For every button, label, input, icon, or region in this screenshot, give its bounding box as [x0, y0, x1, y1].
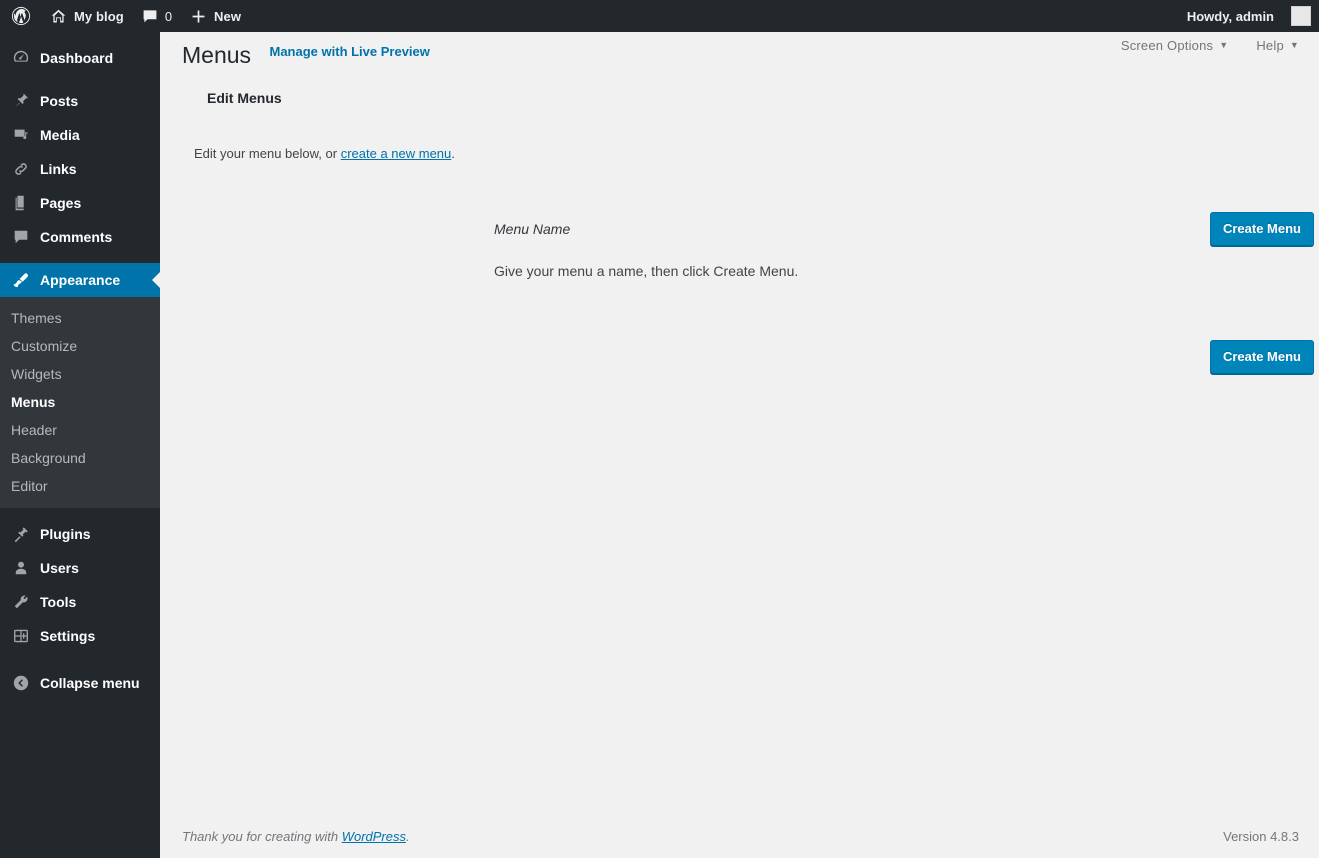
new-content-button[interactable]: New: [181, 0, 250, 32]
sidebar-item-users[interactable]: Users: [0, 551, 160, 585]
nav-tab-wrapper: Edit Menus: [182, 85, 1299, 111]
sidebar-item-links[interactable]: Links: [0, 152, 160, 186]
wordpress-logo-button[interactable]: [0, 0, 41, 32]
footer-thanks-before: Thank you for creating with: [182, 828, 342, 844]
user-icon: [11, 559, 31, 577]
main-content-area: Screen Options ▼ Help ▼ Menus Manage wit…: [160, 32, 1319, 858]
site-name-button[interactable]: My blog: [41, 0, 133, 32]
link-chain-icon: [11, 160, 31, 178]
create-menu-button-bottom[interactable]: Create Menu: [1209, 340, 1314, 374]
menu-help-text: Give your menu a name, then click Create…: [494, 263, 799, 279]
sidebar-item-tools[interactable]: Tools: [0, 585, 160, 619]
collapse-menu-label: Collapse menu: [40, 675, 140, 691]
manage-with-live-preview-link[interactable]: Manage with Live Preview: [270, 44, 430, 59]
menu-name-row: Menu Name Create Menu: [494, 212, 1314, 246]
menu-spacer-2: [0, 254, 160, 263]
sidebar-item-label: Comments: [40, 229, 113, 245]
wrench-icon: [11, 593, 31, 611]
footer-version: Version 4.8.3: [1223, 828, 1299, 844]
sidebar-item-settings[interactable]: Settings: [0, 619, 160, 653]
tab-edit-menus[interactable]: Edit Menus: [198, 85, 291, 111]
menu-spacer-4: [0, 653, 160, 662]
footer-thanks-after: .: [406, 828, 410, 844]
comment-bubble-icon: [142, 8, 158, 24]
create-a-new-menu-link[interactable]: create a new menu: [341, 146, 452, 161]
howdy-label: Howdy, admin: [1186, 8, 1274, 24]
submenu-item-header[interactable]: Header: [0, 416, 160, 444]
sidebar-item-media[interactable]: Media: [0, 118, 160, 152]
sidebar-item-label: Users: [40, 560, 79, 576]
sidebar-item-label: Dashboard: [40, 50, 114, 66]
wordpress-link[interactable]: WordPress: [342, 829, 406, 844]
page-title: Menus: [182, 42, 252, 68]
menu-edit-area: Menu Name Create Menu Give your menu a n…: [182, 183, 1314, 403]
submenu-item-editor[interactable]: Editor: [0, 472, 160, 500]
sidebar-item-label: Media: [40, 127, 80, 143]
comment-bubble-icon: [11, 228, 31, 246]
media-camera-icon: [11, 126, 31, 144]
appearance-submenu: Themes Customize Widgets Menus Header Ba…: [0, 297, 160, 508]
submenu-item-themes[interactable]: Themes: [0, 304, 160, 332]
menu-spacer-1: [0, 75, 160, 84]
sidebar-item-label: Appearance: [40, 272, 121, 288]
submenu-item-customize[interactable]: Customize: [0, 332, 160, 360]
page-wrap: Menus Manage with Live Preview Edit Menu…: [160, 32, 1319, 403]
sidebar-item-posts[interactable]: Posts: [0, 84, 160, 118]
sidebar-item-label: Settings: [40, 628, 96, 644]
wordpress-logo-icon: [11, 6, 31, 26]
sidebar-item-label: Posts: [40, 93, 79, 109]
sidebar-item-label: Tools: [40, 594, 77, 610]
admin-footer: Thank you for creating with WordPress. V…: [160, 814, 1319, 858]
sidebar-item-plugins[interactable]: Plugins: [0, 517, 160, 551]
pages-icon: [11, 194, 31, 212]
menu-intro-text: Edit your menu below, or create a new me…: [194, 145, 1299, 163]
menu-name-label: Menu Name: [494, 221, 571, 237]
sidebar-item-appearance[interactable]: Appearance: [0, 263, 160, 297]
comments-count: 0: [164, 8, 173, 24]
plus-icon: [190, 8, 207, 25]
dashboard-icon: [11, 49, 31, 67]
collapse-arrow-icon: [11, 674, 31, 692]
menu-intro-before: Edit your menu below, or: [194, 146, 341, 161]
new-label: New: [214, 8, 242, 24]
site-name-label: My blog: [74, 8, 124, 24]
sidebar-item-comments[interactable]: Comments: [0, 220, 160, 254]
submenu-item-widgets[interactable]: Widgets: [0, 360, 160, 388]
admin-sidebar-menu: Dashboard Posts Media Links Pages Commen…: [0, 32, 160, 858]
my-account-button[interactable]: Howdy, admin: [1178, 0, 1311, 32]
sidebar-item-pages[interactable]: Pages: [0, 186, 160, 220]
menu-spacer-3: [0, 508, 160, 517]
plug-icon: [11, 525, 31, 543]
collapse-menu-button[interactable]: Collapse menu: [0, 666, 160, 700]
sidebar-item-label: Links: [40, 161, 77, 177]
sidebar-item-label: Plugins: [40, 526, 91, 542]
menu-intro-after: .: [451, 146, 455, 161]
sidebar-item-dashboard[interactable]: Dashboard: [0, 41, 160, 75]
create-menu-button-top[interactable]: Create Menu: [1209, 212, 1314, 246]
avatar: [1291, 6, 1311, 26]
menu-spacer-top: [0, 32, 160, 41]
footer-thanks: Thank you for creating with WordPress.: [182, 829, 410, 844]
submit-row: Create Menu: [494, 340, 1314, 374]
settings-sliders-icon: [11, 627, 31, 645]
home-icon: [50, 8, 67, 25]
admin-bar: My blog 0 New Howdy, admin: [0, 0, 1319, 32]
admin-bar-right: Howdy, admin: [1178, 0, 1319, 32]
submenu-item-background[interactable]: Background: [0, 444, 160, 472]
pin-icon: [11, 92, 31, 110]
submenu-item-menus[interactable]: Menus: [0, 388, 160, 416]
comments-button[interactable]: 0: [133, 0, 181, 32]
paintbrush-icon: [11, 271, 31, 289]
sidebar-item-label: Pages: [40, 195, 82, 211]
